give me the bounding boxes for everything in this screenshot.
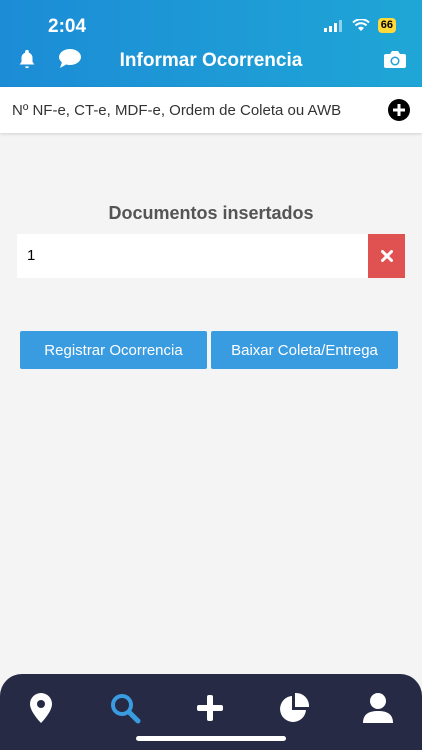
status-icons: 66 xyxy=(323,18,396,33)
signal-icon xyxy=(323,19,342,32)
remove-document-button[interactable] xyxy=(368,234,405,278)
tab-search[interactable] xyxy=(108,691,142,725)
page-title: Informar Ocorrencia xyxy=(119,50,303,71)
wifi-icon xyxy=(352,19,370,31)
nav-row: Informar Ocorrencia xyxy=(0,44,422,84)
download-delivery-button[interactable]: Baixar Coleta/Entrega xyxy=(211,331,398,369)
tab-profile[interactable] xyxy=(361,691,395,725)
plus-icon xyxy=(197,695,223,721)
tab-location[interactable] xyxy=(24,691,58,725)
tab-add[interactable] xyxy=(193,691,227,725)
camera-icon[interactable] xyxy=(383,48,407,75)
battery-indicator: 66 xyxy=(377,18,396,33)
tab-reports[interactable] xyxy=(277,691,311,725)
pie-chart-icon xyxy=(280,692,310,722)
app-header: 2:04 66 Informar Ocorrencia xyxy=(0,0,422,87)
register-occurrence-button[interactable]: Registrar Ocorrencia xyxy=(20,331,207,369)
document-row: 1 xyxy=(17,234,405,278)
map-pin-icon xyxy=(30,693,52,723)
documents-heading: Documentos insertados xyxy=(108,203,314,223)
document-search-bar xyxy=(0,87,422,133)
close-icon xyxy=(380,250,393,262)
user-icon xyxy=(363,693,393,723)
status-bar: 2:04 66 xyxy=(0,0,422,44)
search-icon xyxy=(111,694,141,724)
document-value: 1 xyxy=(27,247,36,264)
home-indicator xyxy=(136,736,286,741)
add-document-button[interactable] xyxy=(388,99,410,121)
document-number-input[interactable] xyxy=(0,87,382,133)
status-time: 2:04 xyxy=(48,16,87,37)
plus-circle-icon xyxy=(388,99,410,121)
